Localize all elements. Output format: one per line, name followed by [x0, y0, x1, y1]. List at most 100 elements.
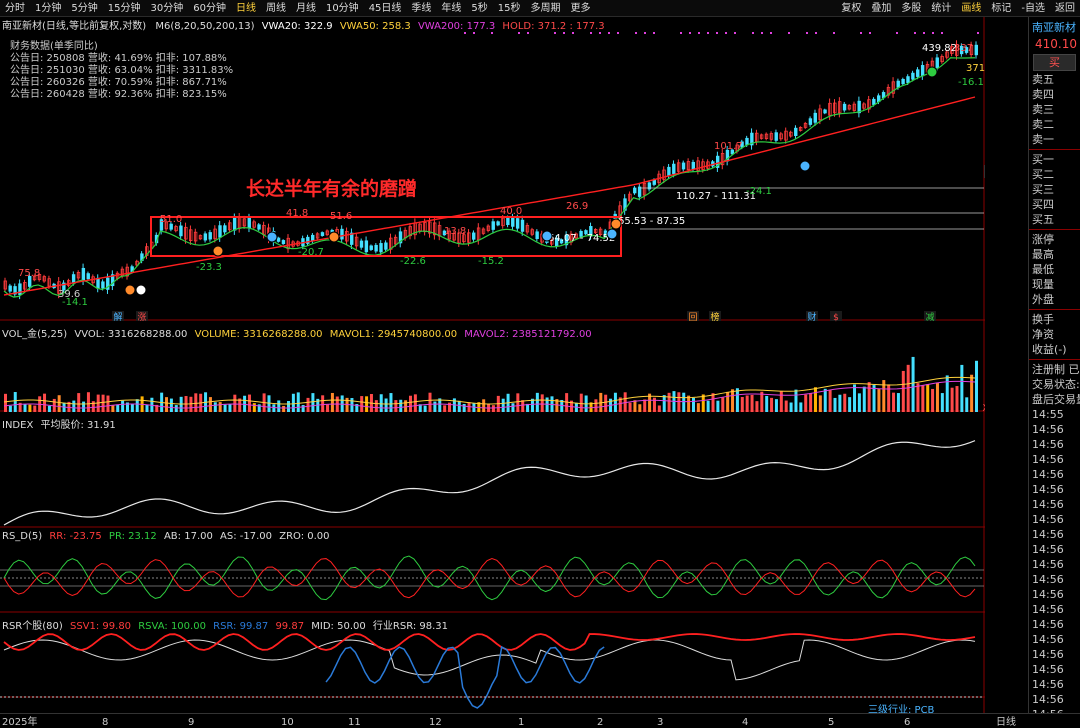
candle-body	[911, 72, 915, 80]
candle-body	[203, 233, 208, 241]
candle-body	[823, 109, 827, 114]
volume-bar	[872, 385, 876, 412]
volume-bar	[667, 392, 671, 412]
period-tab[interactable]: 1分钟	[30, 0, 66, 17]
volume-bar	[633, 400, 637, 412]
buy-level: 买五	[1032, 213, 1054, 226]
volume-bar	[43, 393, 47, 412]
rsr-name: RSR个股(80)	[2, 621, 63, 632]
candle-body	[247, 217, 251, 229]
signal-dot	[572, 32, 574, 34]
vol-mavol2: MAVOL2: 2385121792.00	[464, 329, 592, 340]
rsd-zro: ZRO: 0.00	[279, 531, 330, 542]
period-tab[interactable]: 季线	[406, 0, 436, 17]
event-icon	[212, 245, 224, 257]
volume-bar	[330, 392, 334, 412]
toolbar-button[interactable]: 多股	[896, 0, 926, 17]
period-tab[interactable]: 月线	[291, 0, 321, 17]
tick-time: 14:56	[1032, 453, 1064, 466]
price-label: 101.7	[714, 141, 743, 152]
chart-area[interactable]: 459.8418.0380.0342.0307.8277.0249.3224.4…	[0, 17, 1026, 715]
candle-body	[359, 240, 364, 248]
volume-bar	[491, 405, 495, 412]
volume-bar	[360, 396, 364, 412]
volume-bar	[282, 405, 286, 412]
period-tab[interactable]: 日线	[231, 0, 261, 17]
volume-bar	[57, 395, 61, 412]
toolbar-button[interactable]: -自选	[1016, 0, 1050, 17]
period-tab[interactable]: 30分钟	[145, 0, 188, 17]
volume-bar	[106, 395, 110, 412]
volume-bar	[960, 364, 964, 412]
volume-bar	[711, 393, 715, 412]
volume-bar	[82, 401, 86, 412]
signal-dot	[914, 32, 916, 34]
toolbar-button[interactable]: 标记	[986, 0, 1016, 17]
status-row: 注册制 已盈	[1032, 363, 1080, 376]
signal-dot	[554, 32, 556, 34]
hold-label: HOLD: 371.2 : 177.3	[502, 21, 605, 32]
toolbar-button[interactable]: 统计	[926, 0, 956, 17]
period-tab-bottom[interactable]: 日线	[996, 715, 1016, 728]
volume-bar	[677, 392, 681, 412]
toolbar-button[interactable]: 画线	[956, 0, 986, 17]
stat-row: 外盘	[1032, 293, 1054, 306]
toolbar-button[interactable]: 叠加	[866, 0, 896, 17]
candle-body	[667, 166, 671, 176]
tick-time: 14:56	[1032, 438, 1064, 451]
period-tab[interactable]: 年线	[436, 0, 466, 17]
period-tab[interactable]: 多周期	[526, 0, 566, 17]
volume-bar	[916, 383, 920, 412]
period-tab[interactable]: 周线	[261, 0, 291, 17]
price-label: -24.1	[746, 186, 772, 197]
volume-bar	[91, 401, 95, 412]
period-tab[interactable]: 分时	[0, 0, 30, 17]
rsr-rsr2: 99.87	[275, 621, 305, 632]
signal-dot	[860, 32, 862, 34]
tick-time: 14:56	[1032, 573, 1064, 586]
period-tab[interactable]: 更多	[566, 0, 596, 17]
price-label: 41.8	[286, 208, 308, 219]
period-tab[interactable]: 15秒	[493, 0, 526, 17]
period-tab[interactable]: 5秒	[466, 0, 492, 17]
period-tab[interactable]: 15分钟	[103, 0, 146, 17]
volume-bar	[13, 392, 17, 412]
period-tab[interactable]: 5分钟	[66, 0, 102, 17]
tick-time: 14:56	[1032, 663, 1064, 676]
candle-body	[86, 273, 90, 280]
buy-button[interactable]: 买	[1033, 54, 1076, 71]
vol-mavol1: MAVOL1: 2945740800.00	[329, 329, 458, 340]
candle-body	[906, 76, 910, 83]
volume-bar	[252, 403, 256, 412]
divider	[1029, 359, 1080, 360]
volume-bar	[628, 402, 632, 412]
candle-body	[472, 232, 476, 240]
volume-bar	[638, 404, 642, 412]
price-label: -20.7	[298, 247, 324, 258]
volume-bar	[657, 405, 661, 412]
event-icon	[266, 231, 278, 243]
candle-body	[681, 162, 686, 170]
volume-bar	[28, 404, 32, 412]
volume-bar	[867, 382, 871, 412]
candle-body	[520, 219, 525, 232]
volume-bar	[955, 386, 959, 412]
period-tab[interactable]: 60分钟	[188, 0, 231, 17]
candle-body	[794, 127, 798, 136]
candle-body	[515, 218, 520, 229]
period-tab[interactable]: 10分钟	[321, 0, 364, 17]
period-tab[interactable]: 45日线	[364, 0, 407, 17]
volume-bar	[174, 405, 178, 412]
volume-bar	[86, 392, 90, 412]
stock-name: 南亚新材	[1032, 21, 1076, 34]
event-marker: $	[833, 313, 839, 323]
volume-bar	[287, 401, 291, 412]
toolbar-button[interactable]: 复权	[836, 0, 866, 17]
candle-body	[745, 137, 749, 145]
toolbar-button[interactable]: 返回	[1050, 0, 1080, 17]
chart-canvas[interactable]: 459.8418.0380.0342.0307.8277.0249.3224.4…	[0, 17, 1026, 715]
candle-body	[179, 225, 183, 237]
time-tick: 6	[904, 717, 910, 728]
vol-vvol: VVOL: 3316268288.00	[74, 329, 188, 340]
event-icon	[124, 284, 136, 296]
